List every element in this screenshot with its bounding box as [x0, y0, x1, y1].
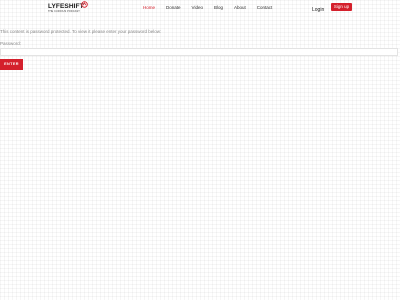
main-nav: Home Donate Video Blog About Contact [143, 3, 272, 11]
logo-text: LYFESHIFT [48, 3, 84, 10]
password-input[interactable] [0, 48, 398, 56]
page: LYFESHIFT THE CURIOUS PODCAST Home Donat… [0, 0, 400, 300]
nav-contact[interactable]: Contact [257, 5, 273, 10]
nav-donate[interactable]: Donate [166, 5, 181, 10]
site-logo[interactable]: LYFESHIFT THE CURIOUS PODCAST [48, 1, 88, 14]
nav-blog[interactable]: Blog [214, 5, 223, 10]
enter-button[interactable]: ENTER [0, 59, 23, 70]
nav-about[interactable]: About [234, 5, 246, 10]
logo-tagline: THE CURIOUS PODCAST [48, 10, 80, 13]
nav-home[interactable]: Home [143, 5, 155, 10]
signup-button[interactable]: Sign up [331, 3, 352, 11]
login-link[interactable]: Login [312, 7, 324, 13]
protected-message: This content is password protected. To v… [0, 29, 162, 34]
nav-video[interactable]: Video [192, 5, 203, 10]
logo-mark-icon [81, 1, 88, 8]
password-label: Password: [0, 41, 22, 46]
